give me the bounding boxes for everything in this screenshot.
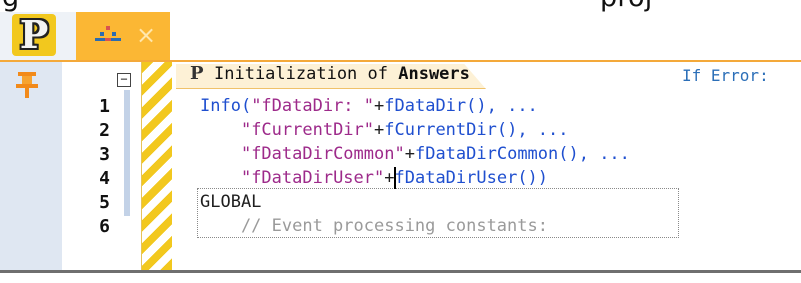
code-line[interactable]: // Event processing constants: [200, 214, 548, 238]
window-bottom-edge [0, 270, 801, 283]
line-number-gutter: 1 2 3 4 5 6 [62, 62, 124, 276]
line-number: 1 [99, 96, 110, 117]
code-area[interactable]: Info("fDataDir: "+fDataDir(), ... "fCurr… [200, 94, 630, 236]
code-line[interactable]: "fDataDirUser"+fDataDirUser()) [200, 166, 548, 190]
pattern-icon [95, 26, 121, 41]
line-number: 5 [99, 192, 110, 213]
code-line[interactable]: "fDataDirCommon"+fDataDirCommon(), ... [200, 142, 630, 166]
code-line[interactable]: GLOBAL [200, 190, 261, 214]
code-line[interactable]: "fCurrentDir"+fCurrentDir(), ... [200, 118, 569, 142]
tab-active-file[interactable]: × [76, 12, 170, 60]
close-icon[interactable]: × [136, 18, 156, 52]
fold-toggle-icon[interactable]: − [117, 73, 131, 87]
section-title-bold: Answers [398, 64, 470, 84]
section-hatch-bar [141, 62, 172, 276]
if-error-tab[interactable]: If Error: [682, 66, 769, 85]
line-number: 2 [99, 120, 110, 141]
procedure-p-icon: P [12, 14, 56, 56]
change-marker-bar [124, 90, 130, 216]
section-p-icon: P [190, 63, 204, 84]
line-number: 6 [99, 216, 110, 237]
section-title-prefix: Initialization of [214, 64, 399, 84]
section-title: Initialization of Answers [214, 64, 470, 84]
tab-bar: P × [0, 12, 801, 60]
pin-strip [0, 62, 63, 276]
pin-icon[interactable] [12, 70, 42, 100]
line-number: 3 [99, 144, 110, 165]
line-number: 4 [99, 168, 110, 189]
tab-procedures[interactable]: P [0, 12, 77, 60]
code-line[interactable]: Info("fDataDir: "+fDataDir(), ... [200, 94, 538, 118]
